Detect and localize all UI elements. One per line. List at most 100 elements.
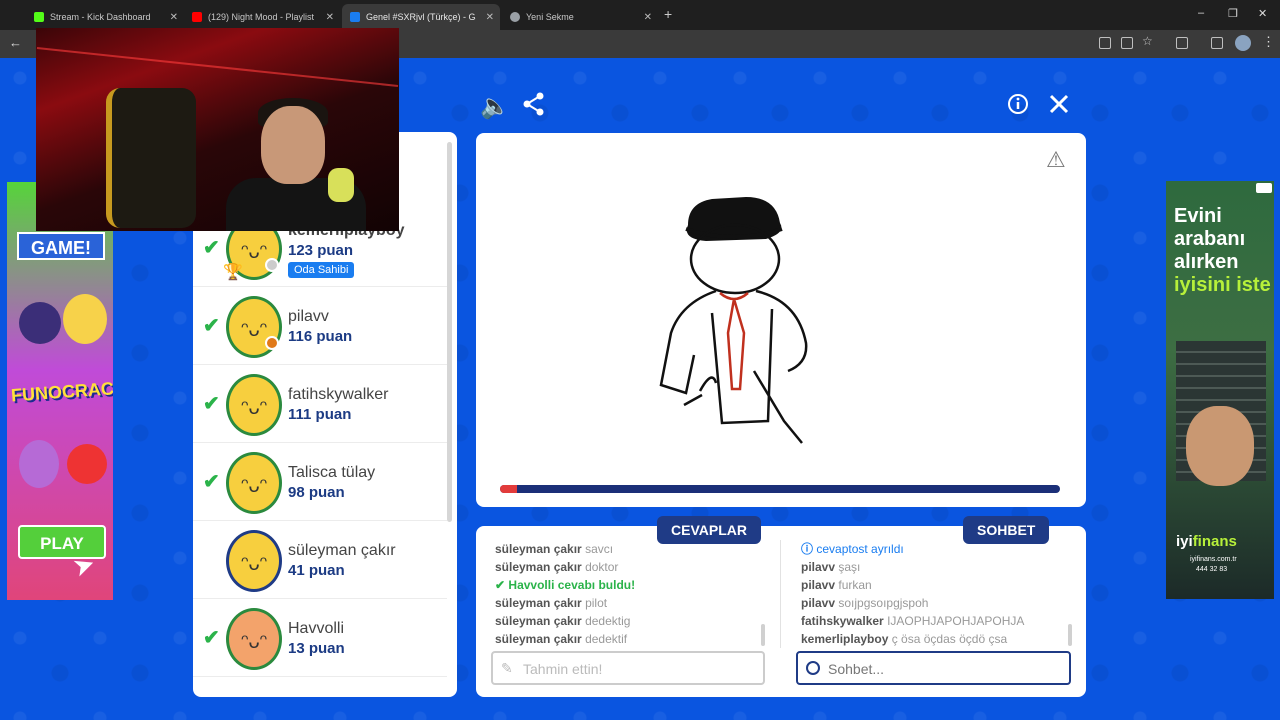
restore-button[interactable]: ❐ bbox=[1228, 7, 1238, 20]
gaming-chair bbox=[106, 88, 196, 228]
close-icon[interactable]: ✕ bbox=[326, 12, 334, 23]
ad-headline: Evini arabanı alırken iyisini iste bbox=[1174, 205, 1274, 297]
youtube-icon bbox=[192, 12, 202, 22]
avatar: ᵔᴗᵔ bbox=[226, 374, 282, 436]
chrome-icon bbox=[510, 12, 520, 22]
player-name: Havvolli bbox=[288, 620, 345, 637]
media-icon[interactable] bbox=[1211, 37, 1223, 49]
player-points: 13 puan bbox=[288, 640, 345, 657]
minimize-button[interactable]: – bbox=[1198, 7, 1204, 19]
share-icon[interactable] bbox=[522, 92, 546, 116]
chat-field[interactable] bbox=[796, 651, 1071, 685]
list-item: ⓘ cevaptost ayrıldı bbox=[801, 542, 904, 556]
browser-menu-button[interactable]: ⋮ bbox=[1262, 34, 1275, 50]
speaker-icon[interactable]: 🔈 bbox=[480, 92, 510, 121]
browser-tab-bar: Stream - Kick Dashboard ✕ (129) Night Mo… bbox=[0, 0, 1280, 30]
list-item: süleyman çakır dedektif bbox=[495, 632, 628, 646]
extensions-icon[interactable] bbox=[1176, 37, 1188, 49]
player-row: ✔ ᵔᴗᵔ Havvolli 13 puan bbox=[193, 600, 447, 677]
player-name: süleyman çakır bbox=[288, 542, 396, 559]
chat-bubble-icon bbox=[806, 661, 820, 675]
avatar: ᵔᴗᵔ bbox=[226, 530, 282, 592]
drawing-canvas[interactable]: ⚠ bbox=[476, 133, 1086, 507]
round-timer-fill bbox=[500, 485, 517, 493]
browser-tab-kick[interactable]: Stream - Kick Dashboard ✕ bbox=[26, 4, 184, 30]
trophy-icon: 🏆 bbox=[223, 264, 243, 281]
ad-brand-logo: iyifinans bbox=[1176, 533, 1237, 550]
ad-phone: 444 32 83 bbox=[1196, 566, 1228, 573]
players-scrollbar[interactable] bbox=[447, 142, 452, 522]
player-name: fatihskywalker bbox=[288, 386, 389, 403]
webcam-overlay bbox=[36, 28, 399, 231]
check-icon: ✔ bbox=[203, 393, 220, 415]
list-item: pilavv soıjpgsoıpgjspoh bbox=[801, 596, 929, 610]
chat-input[interactable] bbox=[828, 659, 1058, 679]
translate-icon[interactable] bbox=[1099, 37, 1111, 49]
status-dot bbox=[265, 336, 279, 350]
list-item: süleyman çakır pilot bbox=[495, 596, 608, 610]
ad-game-label: GAME! bbox=[17, 232, 105, 260]
room-owner-badge: Oda Sahibi bbox=[288, 262, 355, 278]
answers-scrollbar[interactable] bbox=[761, 624, 765, 646]
browser-tab-gartic[interactable]: Genel #SXRjvl (Türkçe) - Gartic ✕ bbox=[342, 4, 500, 30]
bookmark-star-icon[interactable]: ☆ bbox=[1142, 34, 1154, 48]
streamer-head bbox=[261, 106, 325, 184]
chat-scrollbar[interactable] bbox=[1068, 624, 1072, 646]
round-timer-bar bbox=[500, 485, 1060, 493]
list-item: pilavv furkan bbox=[801, 578, 872, 592]
check-icon: ✔ bbox=[203, 237, 220, 259]
tab-title: (129) Night Mood - Playlist bbox=[208, 12, 315, 22]
check-icon: ✔ bbox=[203, 315, 220, 337]
new-tab-button[interactable]: + bbox=[664, 6, 672, 22]
ad-funocracy-logo: FUNOCRACY bbox=[10, 377, 113, 406]
report-warning-icon[interactable]: ⚠ bbox=[1046, 147, 1066, 173]
led-strip bbox=[36, 47, 399, 87]
check-icon: ✔ bbox=[203, 627, 220, 649]
answers-list: süleyman çakır savcı süleyman çakır dokt… bbox=[495, 540, 775, 650]
guess-input[interactable] bbox=[523, 659, 753, 679]
tab-title: Yeni Sekme bbox=[526, 12, 574, 22]
list-item: süleyman çakır dedektig bbox=[495, 614, 631, 628]
player-name: pilavv bbox=[288, 308, 329, 325]
guess-field[interactable]: ✎ bbox=[491, 651, 765, 685]
pencil-icon: ✎ bbox=[501, 660, 513, 676]
kick-icon bbox=[34, 12, 44, 22]
player-points: 41 puan bbox=[288, 562, 345, 579]
close-icon[interactable]: ✕ bbox=[644, 12, 652, 23]
player-row: ✔ ᵔᴗᵔ fatihskywalker 111 puan bbox=[193, 366, 447, 443]
ad-person-image bbox=[1186, 406, 1254, 486]
left-ad-banner[interactable]: GAME! FUNOCRACY PLAY ➤ bbox=[7, 182, 113, 600]
back-button[interactable]: ← bbox=[9, 35, 22, 50]
cast-icon[interactable] bbox=[1121, 37, 1133, 49]
close-icon[interactable]: ✕ bbox=[486, 12, 494, 23]
browser-tab-new[interactable]: Yeni Sekme ✕ bbox=[502, 4, 658, 30]
status-dot bbox=[265, 258, 279, 272]
player-points: 116 puan bbox=[288, 328, 353, 345]
ad-character-image bbox=[67, 444, 107, 484]
panel-divider bbox=[780, 540, 781, 648]
profile-avatar[interactable] bbox=[1235, 35, 1251, 51]
player-points: 111 puan bbox=[288, 406, 352, 423]
check-icon: ✔ bbox=[203, 471, 220, 493]
ad-headline-line: Evini arabanı alırken bbox=[1174, 205, 1246, 273]
ad-character-image bbox=[63, 294, 107, 344]
list-item: süleyman çakır savcı bbox=[495, 542, 614, 556]
list-item: süleyman çakır doktor bbox=[495, 560, 619, 574]
chat-panel: CEVAPLAR SOHBET süleyman çakır savcı sül… bbox=[476, 516, 1086, 697]
list-item: ✔ Havvolli cevabı buldu! bbox=[495, 578, 636, 592]
ad-headline-highlight: iyisini iste bbox=[1174, 274, 1271, 296]
close-icon[interactable] bbox=[1048, 93, 1070, 115]
close-icon[interactable]: ✕ bbox=[170, 12, 178, 23]
ad-character-image bbox=[19, 440, 59, 488]
tab-title: Genel #SXRjvl (Türkçe) - Gartic bbox=[366, 12, 476, 22]
browser-tab-youtube[interactable]: (129) Night Mood - Playlist ✕ bbox=[184, 4, 340, 30]
ad-play-button[interactable]: PLAY bbox=[18, 525, 106, 559]
info-icon[interactable] bbox=[1007, 93, 1029, 115]
list-item: kemerliplayboy ç ösa öçdas öçdö çsa bbox=[801, 632, 1008, 646]
list-item: pilavv şaşı bbox=[801, 560, 861, 574]
window-close-button[interactable]: ✕ bbox=[1258, 7, 1267, 20]
ad-character-image bbox=[19, 302, 61, 344]
ad-choices-icon[interactable] bbox=[1256, 183, 1272, 193]
list-item: fatihskywalker IJAOPHJAPOHJAPOHJA bbox=[801, 614, 1025, 628]
right-ad-banner[interactable]: Evini arabanı alırken iyisini iste iyifi… bbox=[1166, 181, 1274, 599]
